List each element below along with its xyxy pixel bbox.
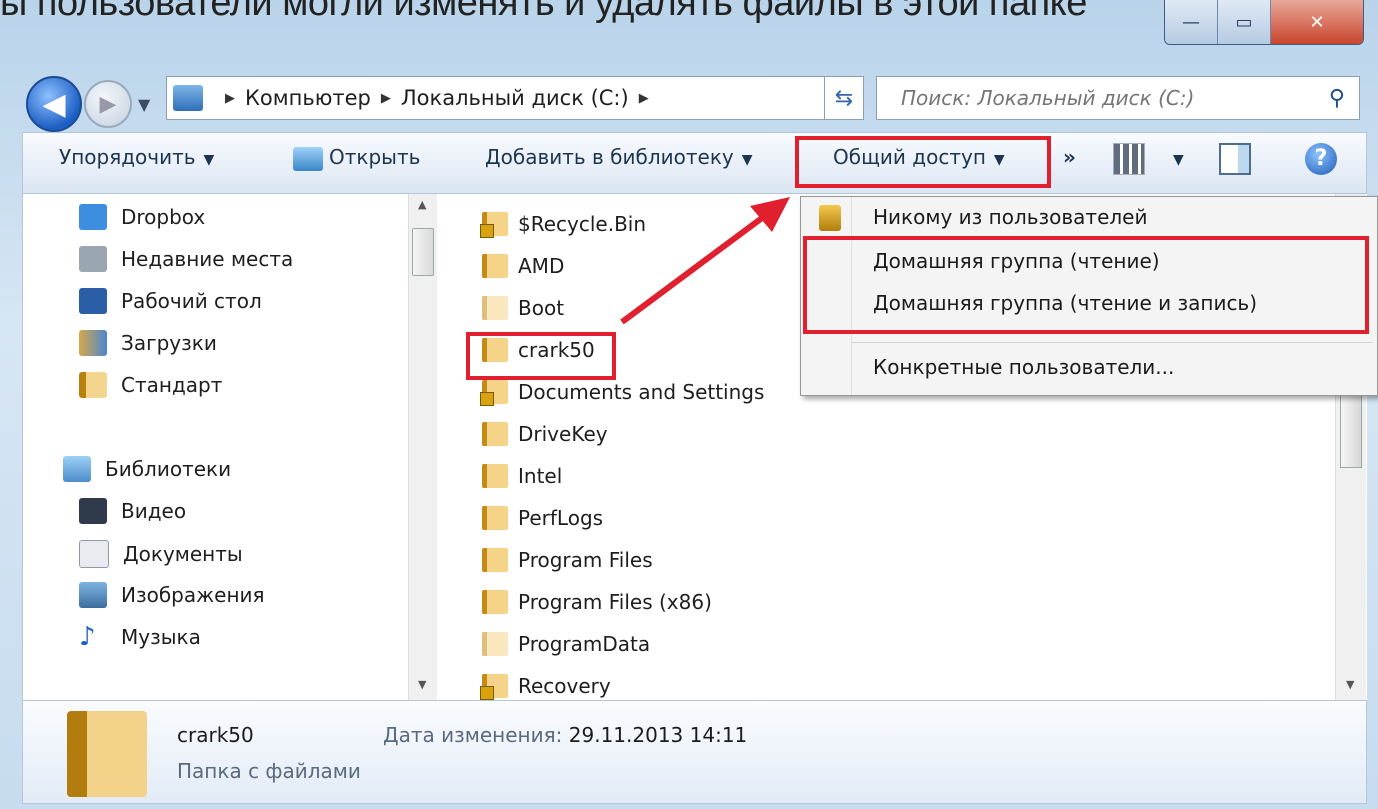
details-type: Папка с файлами — [177, 759, 361, 783]
modified-value: 29.11.2013 14:11 — [568, 723, 748, 747]
annotation-arrow — [620, 197, 790, 325]
details-pane: crark50 Папка с файлами Дата изменения: … — [22, 700, 1367, 804]
details-modified: Дата изменения: 29.11.2013 14:11 — [383, 723, 747, 747]
details-name: crark50 — [177, 723, 254, 747]
folder-icon — [67, 711, 147, 797]
modified-label: Дата изменения: — [383, 723, 563, 747]
